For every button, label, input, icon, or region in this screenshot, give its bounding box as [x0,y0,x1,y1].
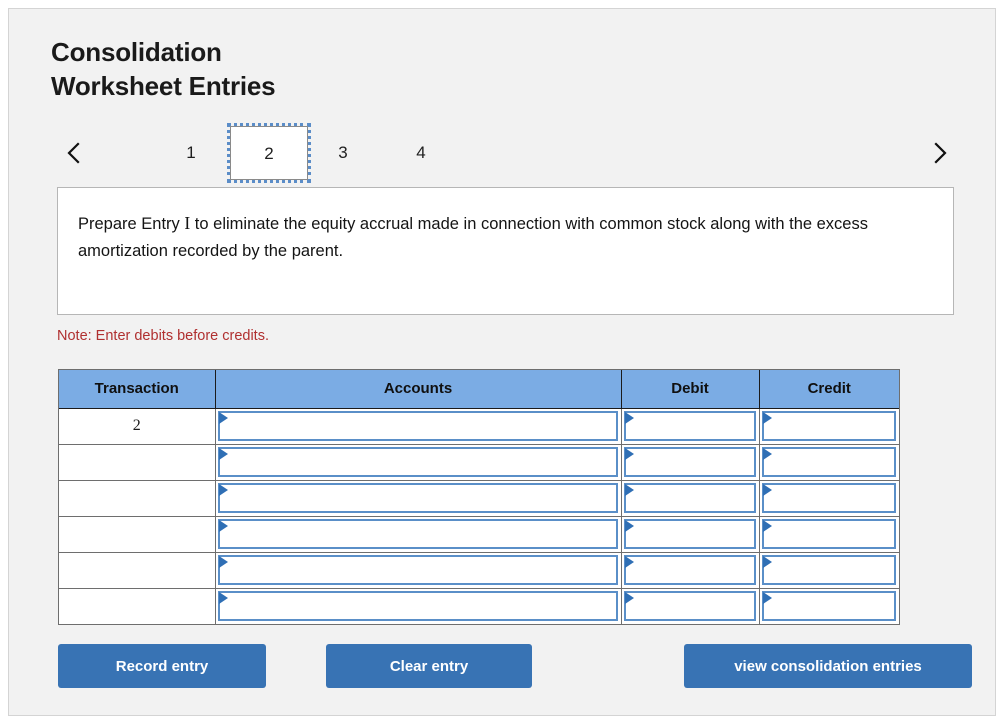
cell-transaction: 2 [59,408,216,444]
column-header-accounts: Accounts [215,370,622,409]
table-row [59,515,899,552]
tab-entry-1[interactable]: 1 [152,126,230,180]
cell-credit [759,408,899,444]
dropdown-marker-icon [762,520,772,532]
dropdown-marker-icon [624,412,634,424]
cell-accounts [215,408,622,444]
accounts-input[interactable] [217,411,618,441]
credit-input[interactable] [761,591,896,622]
debit-input[interactable] [623,555,756,585]
cell-credit [759,443,899,480]
cell-accounts [215,479,622,516]
column-header-debit: Debit [621,370,760,409]
cell-credit [759,587,899,624]
cell-credit [759,515,899,552]
dropdown-marker-icon [218,448,228,460]
table-row [59,479,899,516]
dropdown-marker-icon [624,484,634,496]
view-consolidation-entries-button[interactable]: view consolidation entries [684,644,972,688]
cell-debit [621,443,760,480]
cell-transaction [59,515,216,552]
journal-entry-table: Transaction Accounts Debit Credit 2 [59,370,899,624]
journal-table-head: Transaction Accounts Debit Credit [59,370,899,409]
dropdown-marker-icon [762,412,772,424]
table-row [59,443,899,480]
column-header-transaction: Transaction [59,370,216,409]
accounts-input[interactable] [217,483,618,513]
cell-credit [759,551,899,588]
chevron-right-icon [934,142,947,164]
page-title-line-2: Worksheet Entries [51,71,276,102]
accounts-input[interactable] [217,591,618,622]
credit-input[interactable] [761,447,896,477]
tab-entry-4[interactable]: 4 [382,126,460,180]
debit-input[interactable] [623,411,756,441]
journal-header-row: Transaction Accounts Debit Credit [59,370,899,409]
dropdown-marker-icon [624,592,634,605]
instruction-text: Prepare Entry I to eliminate the equity … [78,210,931,264]
credit-input[interactable] [761,555,896,585]
cell-transaction [59,551,216,588]
table-row [59,551,899,588]
credit-input[interactable] [761,519,896,549]
instruction-text-after: to eliminate the equity accrual made in … [78,215,868,260]
cell-transaction [59,587,216,624]
instruction-panel: Prepare Entry I to eliminate the equity … [57,187,954,315]
dropdown-marker-icon [624,556,634,568]
journal-entry-table-container: Transaction Accounts Debit Credit 2 [58,369,900,625]
tab-entry-2[interactable]: 2 [227,123,311,183]
cell-debit [621,479,760,516]
dropdown-marker-icon [218,520,228,532]
accounts-input[interactable] [217,519,618,549]
dropdown-marker-icon [762,448,772,460]
debit-input[interactable] [623,519,756,549]
accounts-input[interactable] [217,447,618,477]
dropdown-marker-icon [624,520,634,532]
cell-debit [621,551,760,588]
journal-table-body: 2 [59,408,899,624]
cell-accounts [215,443,622,480]
dropdown-marker-icon [762,592,772,605]
debit-input[interactable] [623,591,756,622]
table-row [59,587,899,624]
dropdown-marker-icon [218,484,228,496]
cell-debit [621,515,760,552]
dropdown-marker-icon [762,484,772,496]
credit-input[interactable] [761,411,896,441]
cell-transaction [59,479,216,516]
dropdown-marker-icon [624,448,634,460]
tab-entry-3[interactable]: 3 [308,126,378,180]
instruction-text-before: Prepare Entry [78,215,185,233]
dropdown-marker-icon [218,412,228,424]
debit-input[interactable] [623,447,756,477]
dropdown-marker-icon [762,556,772,568]
transaction-number: 2 [132,417,141,434]
cell-transaction [59,443,216,480]
column-header-credit: Credit [759,370,899,409]
prev-entry-button[interactable] [59,138,89,168]
cell-credit [759,479,899,516]
cell-accounts [215,515,622,552]
record-entry-button[interactable]: Record entry [58,644,266,688]
clear-entry-button[interactable]: Clear entry [326,644,532,688]
worksheet-page: Consolidation Worksheet Entries 1 2 3 4 … [8,8,996,716]
cell-debit [621,587,760,624]
chevron-left-icon [67,142,80,164]
dropdown-marker-icon [218,556,228,568]
cell-accounts [215,551,622,588]
page-title-line-1: Consolidation [51,37,222,67]
credit-input[interactable] [761,483,896,513]
next-entry-button[interactable] [925,138,955,168]
accounts-input[interactable] [217,555,618,585]
page-title: Consolidation Worksheet Entries [51,35,651,104]
cell-accounts [215,587,622,624]
entry-tab-strip: 1 2 3 4 [51,122,955,184]
debit-input[interactable] [623,483,756,513]
table-row: 2 [59,408,899,444]
cell-debit [621,408,760,444]
dropdown-marker-icon [218,592,228,605]
debits-before-credits-note: Note: Enter debits before credits. [57,328,269,344]
